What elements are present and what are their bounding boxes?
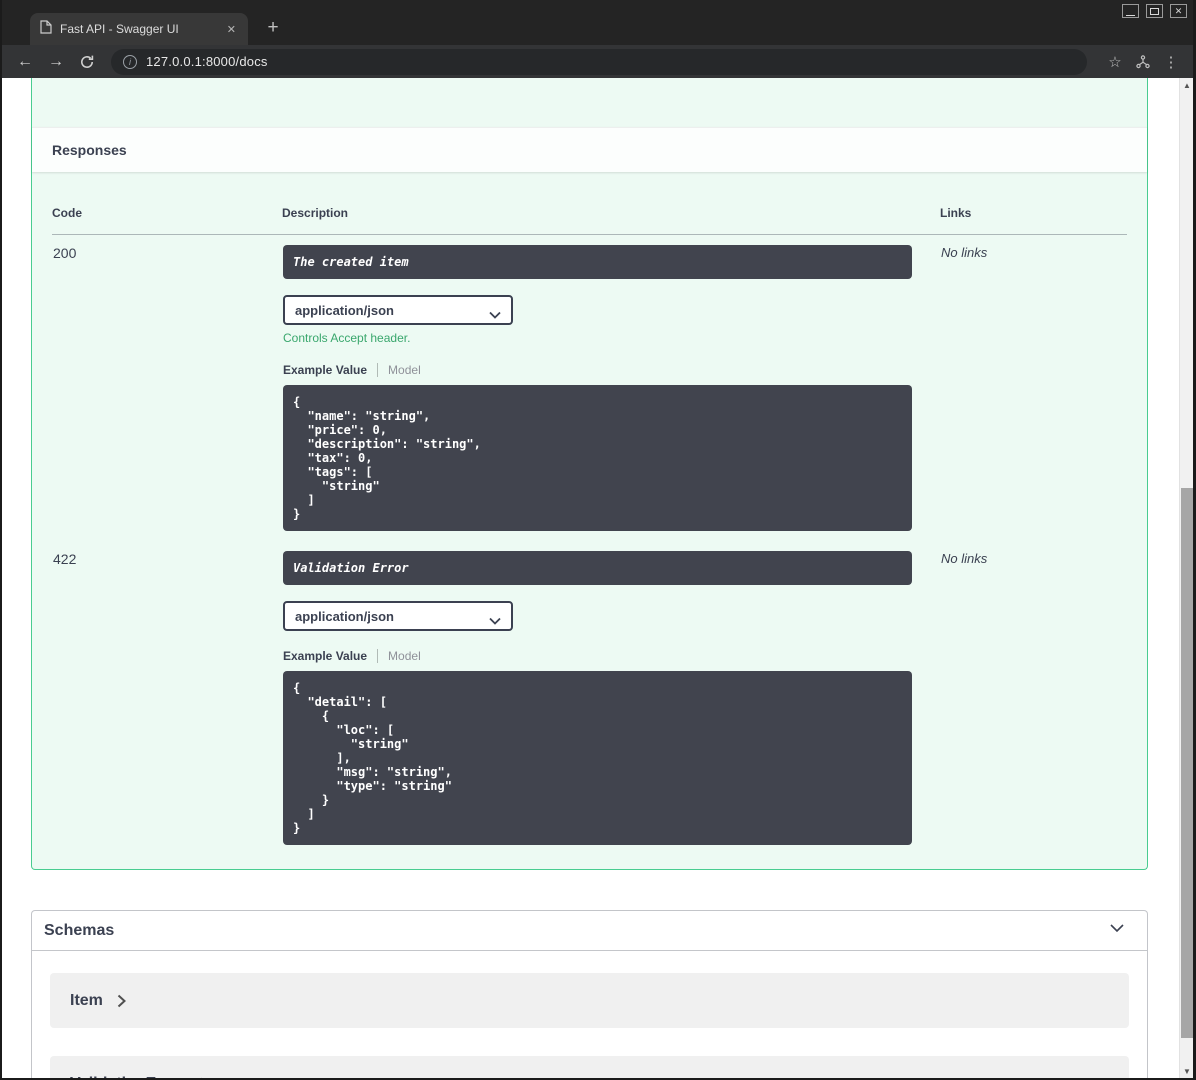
response-code: 422 — [53, 551, 77, 567]
tab-close-button[interactable]: ✕ — [223, 21, 240, 38]
scrollbar-thumb[interactable] — [1181, 488, 1193, 1038]
minimize-icon — [1126, 14, 1135, 16]
back-button[interactable]: ← — [12, 49, 38, 75]
media-type-control: application/json — [283, 295, 513, 325]
browser-menu-button[interactable]: ⋮ — [1159, 50, 1183, 74]
model-row-validationerror[interactable]: ValidationError — [50, 1056, 1129, 1078]
close-icon: ✕ — [1174, 5, 1183, 16]
responses-section-header: Responses — [32, 127, 1147, 172]
extensions-icon[interactable] — [1131, 50, 1155, 74]
schemas-section: Schemas Item ValidationError — [31, 910, 1148, 1078]
swagger-page: Responses Code Description Links 200 The… — [2, 78, 1179, 1078]
response-row-422: 422 Validation Error application/json Ex… — [52, 541, 1127, 855]
scroll-up-arrow[interactable]: ▲ — [1180, 78, 1193, 92]
tab-example-value[interactable]: Example Value — [283, 363, 367, 377]
reload-icon — [81, 55, 94, 68]
url-text[interactable]: 127.0.0.1:8000/docs — [146, 54, 268, 69]
responses-table: Code Description Links 200 The created i… — [52, 172, 1127, 855]
response-links: No links — [941, 245, 988, 260]
responses-wrapper: Code Description Links 200 The created i… — [32, 172, 1147, 869]
media-type-control: application/json — [283, 601, 513, 631]
model-row-item[interactable]: Item — [50, 973, 1129, 1028]
responses-title: Responses — [52, 142, 127, 158]
column-header-description: Description — [282, 172, 940, 235]
response-row-200: 200 The created item application/json Co… — [52, 235, 1127, 542]
example-json-block: { "name": "string", "price": 0, "descrip… — [283, 385, 912, 531]
close-window-button[interactable]: ✕ — [1170, 4, 1187, 18]
vertical-scrollbar[interactable]: ▲ ▼ — [1179, 78, 1193, 1078]
browser-toolbar: ← → i 127.0.0.1:8000/docs ☆ ⋮ — [2, 45, 1193, 78]
media-type-select[interactable]: application/json — [283, 295, 513, 325]
opblock-body-spacer — [32, 78, 1147, 127]
maximize-button[interactable] — [1146, 4, 1163, 18]
model-name: ValidationError — [70, 1075, 185, 1079]
response-description: Validation Error — [283, 551, 912, 585]
page-content: Responses Code Description Links 200 The… — [2, 78, 1193, 1078]
browser-window: ✕ Fast API - Swagger UI ✕ + ← → i 127.0.… — [2, 0, 1193, 1078]
example-model-tabs: Example Value Model — [283, 363, 912, 377]
response-description: The created item — [283, 245, 912, 279]
tab-model[interactable]: Model — [388, 363, 421, 377]
response-description-cell: Validation Error application/json Exampl… — [282, 541, 940, 855]
window-controls: ✕ — [1122, 4, 1187, 18]
chevron-down-icon[interactable] — [1107, 918, 1127, 943]
bookmark-star-button[interactable]: ☆ — [1103, 50, 1127, 74]
tab-divider — [377, 363, 379, 377]
reload-button[interactable] — [74, 49, 100, 75]
new-tab-button[interactable]: + — [260, 15, 286, 41]
tab-example-value[interactable]: Example Value — [283, 649, 367, 663]
response-code: 200 — [53, 245, 77, 261]
tab-model[interactable]: Model — [388, 649, 421, 663]
tab-title: Fast API - Swagger UI — [60, 22, 179, 36]
site-info-icon[interactable]: i — [123, 54, 137, 69]
scroll-down-arrow[interactable]: ▼ — [1180, 1064, 1193, 1078]
chevron-right-icon — [199, 1077, 208, 1078]
minimize-button[interactable] — [1122, 4, 1139, 18]
response-links: No links — [941, 551, 988, 566]
media-type-select[interactable]: application/json — [283, 601, 513, 631]
schemas-title: Schemas — [44, 921, 115, 939]
browser-tab[interactable]: Fast API - Swagger UI ✕ — [30, 13, 248, 45]
model-name: Item — [70, 991, 103, 1009]
example-json-block: { "detail": [ { "loc": [ "string" ], "ms… — [283, 671, 912, 845]
response-description-cell: The created item application/json Contro… — [282, 235, 940, 542]
forward-button[interactable]: → — [43, 49, 69, 75]
extensions-glyph-icon — [1136, 54, 1150, 68]
address-bar[interactable]: i 127.0.0.1:8000/docs — [111, 48, 1087, 75]
maximize-icon — [1150, 7, 1159, 15]
schemas-header[interactable]: Schemas — [32, 911, 1147, 951]
accept-header-message: Controls Accept header. — [283, 331, 411, 345]
tab-divider — [377, 649, 379, 663]
column-header-links: Links — [940, 172, 1127, 235]
column-header-code: Code — [52, 172, 282, 235]
page-favicon-icon — [40, 19, 52, 39]
example-model-tabs: Example Value Model — [283, 649, 912, 663]
chevron-right-icon — [117, 994, 126, 1008]
tab-strip: ✕ Fast API - Swagger UI ✕ + — [2, 0, 1193, 45]
opblock-post: Responses Code Description Links 200 The… — [31, 78, 1148, 870]
